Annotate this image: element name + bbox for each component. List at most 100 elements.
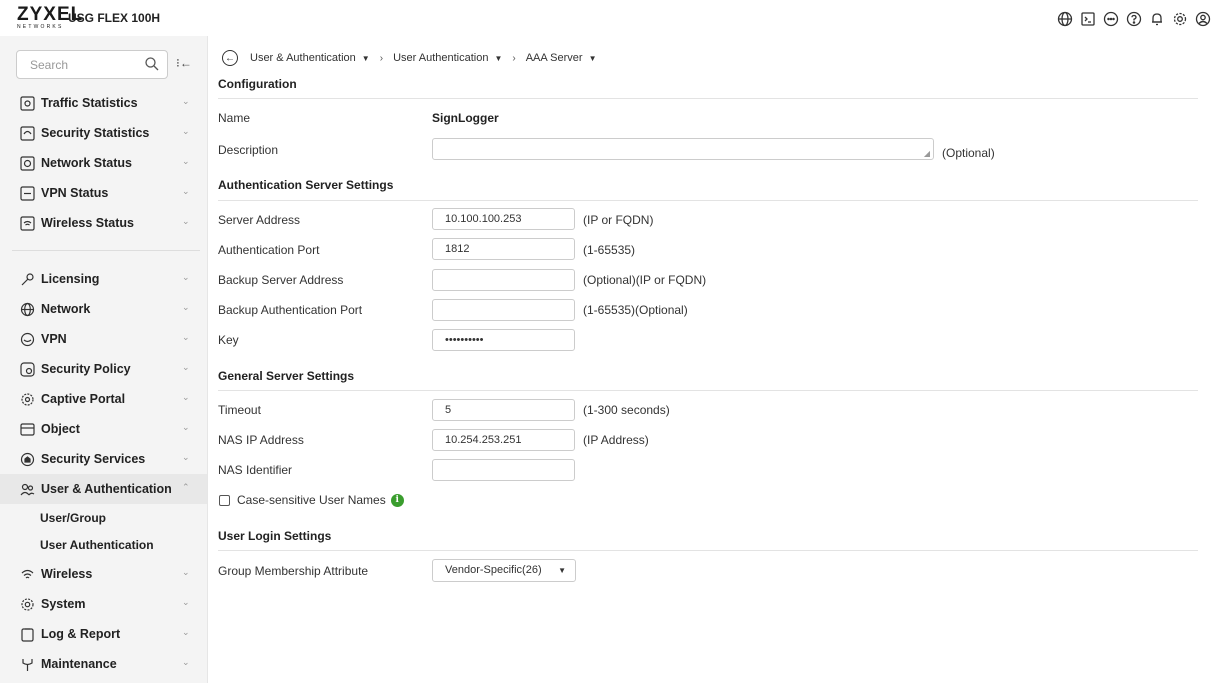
chat-icon[interactable] — [1102, 10, 1119, 27]
nav-licensing[interactable]: Licensing ⌄ — [0, 264, 207, 294]
case-sensitive-checkbox[interactable] — [219, 494, 230, 506]
back-arrow-icon[interactable]: ← — [222, 50, 238, 66]
info-icon[interactable]: i — [390, 493, 404, 507]
search-icon[interactable] — [144, 56, 160, 72]
key-icon — [20, 272, 35, 287]
terminal-icon[interactable] — [1079, 10, 1096, 27]
shield-icon — [20, 332, 35, 347]
nav-label: Wireless Status — [41, 216, 134, 230]
nav-system[interactable]: System ⌄ — [0, 589, 207, 619]
clipboard-icon — [20, 627, 35, 642]
key-field[interactable]: •••••••••• — [432, 329, 575, 351]
nav-label: Traffic Statistics — [41, 96, 138, 110]
chevron-down-icon: ⌄ — [182, 392, 190, 402]
divider — [218, 98, 1198, 99]
auth-port-label: Authentication Port — [218, 243, 320, 257]
breadcrumb-item[interactable]: AAA Server ▼ — [526, 52, 597, 64]
chevron-down-icon: ⌄ — [182, 452, 190, 462]
search-input[interactable] — [17, 51, 137, 78]
divider — [218, 390, 1198, 391]
nav-label: Licensing — [41, 272, 100, 286]
chevron-down-icon: ⌄ — [182, 332, 190, 342]
nav-vpn-status[interactable]: VPN Status ⌄ — [0, 178, 207, 208]
breadcrumb-item[interactable]: User & Authentication ▼ — [250, 52, 370, 64]
nav-object[interactable]: Object ⌄ — [0, 414, 207, 444]
section-user-login: User Login Settings — [218, 529, 332, 543]
main-content: ← User & Authentication ▼ › User Authenti… — [208, 36, 1220, 683]
nav-log-report[interactable]: Log & Report ⌄ — [0, 619, 207, 649]
device-model: USG FLEX 100H — [68, 11, 161, 25]
chevron-down-icon: ⌄ — [182, 627, 190, 637]
nav-label: Object — [41, 422, 80, 436]
nav-sub-user-group[interactable]: User/Group — [40, 511, 106, 525]
nav-label: VPN — [41, 332, 67, 346]
security-stats-icon — [20, 126, 35, 141]
nav-network-status[interactable]: Network Status ⌄ — [0, 148, 207, 178]
section-configuration: Configuration — [218, 77, 297, 91]
object-icon — [20, 422, 35, 437]
breadcrumb-label: User Authentication — [393, 52, 489, 64]
breadcrumb: ← User & Authentication ▼ › User Authenti… — [222, 50, 597, 66]
description-field[interactable]: ◢ — [432, 138, 934, 160]
policy-icon — [20, 362, 35, 377]
settings-icon[interactable] — [1171, 10, 1188, 27]
collapse-sidebar-icon[interactable]: ⁝← — [176, 56, 198, 72]
nav-wireless[interactable]: Wireless ⌄ — [0, 559, 207, 589]
group-membership-select[interactable]: Vendor-Specific(26) ▼ — [432, 559, 576, 582]
help-icon[interactable] — [1125, 10, 1142, 27]
nav-security-policy[interactable]: Security Policy ⌄ — [0, 354, 207, 384]
group-membership-label: Group Membership Attribute — [218, 564, 369, 578]
nav-label: Wireless — [41, 567, 93, 581]
chevron-down-icon: ⌄ — [182, 597, 190, 607]
globe-icon — [20, 302, 35, 317]
nav-label: Captive Portal — [41, 392, 126, 406]
chevron-down-icon: ⌄ — [182, 657, 190, 667]
nas-identifier-field[interactable] — [432, 459, 575, 481]
nav-security-statistics[interactable]: Security Statistics ⌄ — [0, 118, 207, 148]
server-address-field[interactable]: 10.100.100.253 — [432, 208, 575, 230]
sidebar: ⁝← Traffic Statistics ⌄ Security Statist… — [0, 36, 208, 683]
portal-icon — [20, 392, 35, 407]
nav-user-authentication[interactable]: User & Authentication ⌃ — [0, 474, 207, 504]
nav-label: Security Statistics — [41, 126, 150, 140]
case-sensitive-row: Case-sensitive User Names i — [219, 493, 404, 507]
chevron-down-icon: ⌄ — [182, 216, 190, 226]
nav-captive-portal[interactable]: Captive Portal ⌄ — [0, 384, 207, 414]
auth-port-field[interactable]: 1812 — [432, 238, 575, 260]
caret-down-icon: ▼ — [361, 53, 370, 63]
nav-maintenance[interactable]: Maintenance ⌄ — [0, 649, 207, 679]
sidebar-divider — [12, 250, 200, 251]
nav-network[interactable]: Network ⌄ — [0, 294, 207, 324]
auth-port-hint: (1-65535) — [583, 243, 636, 257]
breadcrumb-item[interactable]: User Authentication ▼ — [393, 52, 502, 64]
globe-icon[interactable] — [1056, 10, 1073, 27]
caret-down-icon: ▼ — [494, 53, 503, 63]
nav-security-services[interactable]: Security Services ⌄ — [0, 444, 207, 474]
nav-vpn[interactable]: VPN ⌄ — [0, 324, 207, 354]
top-icons — [1056, 10, 1211, 27]
server-address-label: Server Address — [218, 213, 301, 227]
backup-address-field[interactable] — [432, 269, 575, 291]
description-label: Description — [218, 143, 279, 157]
group-membership-value: Vendor-Specific(26) — [445, 564, 542, 576]
section-general-server: General Server Settings — [218, 369, 355, 383]
nav-sub-user-authentication[interactable]: User Authentication — [40, 538, 154, 552]
divider — [218, 200, 1198, 201]
nav-wireless-status[interactable]: Wireless Status ⌄ — [0, 208, 207, 238]
nav-traffic-statistics[interactable]: Traffic Statistics ⌄ — [0, 88, 207, 118]
caret-down-icon: ▼ — [558, 566, 566, 575]
user-icon[interactable] — [1194, 10, 1211, 27]
timeout-field[interactable]: 5 — [432, 399, 575, 421]
traffic-icon — [20, 96, 35, 111]
timeout-label: Timeout — [218, 403, 261, 417]
case-sensitive-label: Case-sensitive User Names — [237, 493, 386, 507]
resize-grip-icon[interactable]: ◢ — [924, 149, 930, 158]
nav-label: Network Status — [41, 156, 132, 170]
chevron-down-icon: ⌄ — [182, 567, 190, 577]
nas-ip-field[interactable]: 10.254.253.251 — [432, 429, 575, 451]
nas-ip-hint: (IP Address) — [583, 433, 649, 447]
backup-port-field[interactable] — [432, 299, 575, 321]
name-label: Name — [218, 111, 251, 125]
bell-icon[interactable] — [1148, 10, 1165, 27]
chevron-down-icon: ⌄ — [182, 422, 190, 432]
